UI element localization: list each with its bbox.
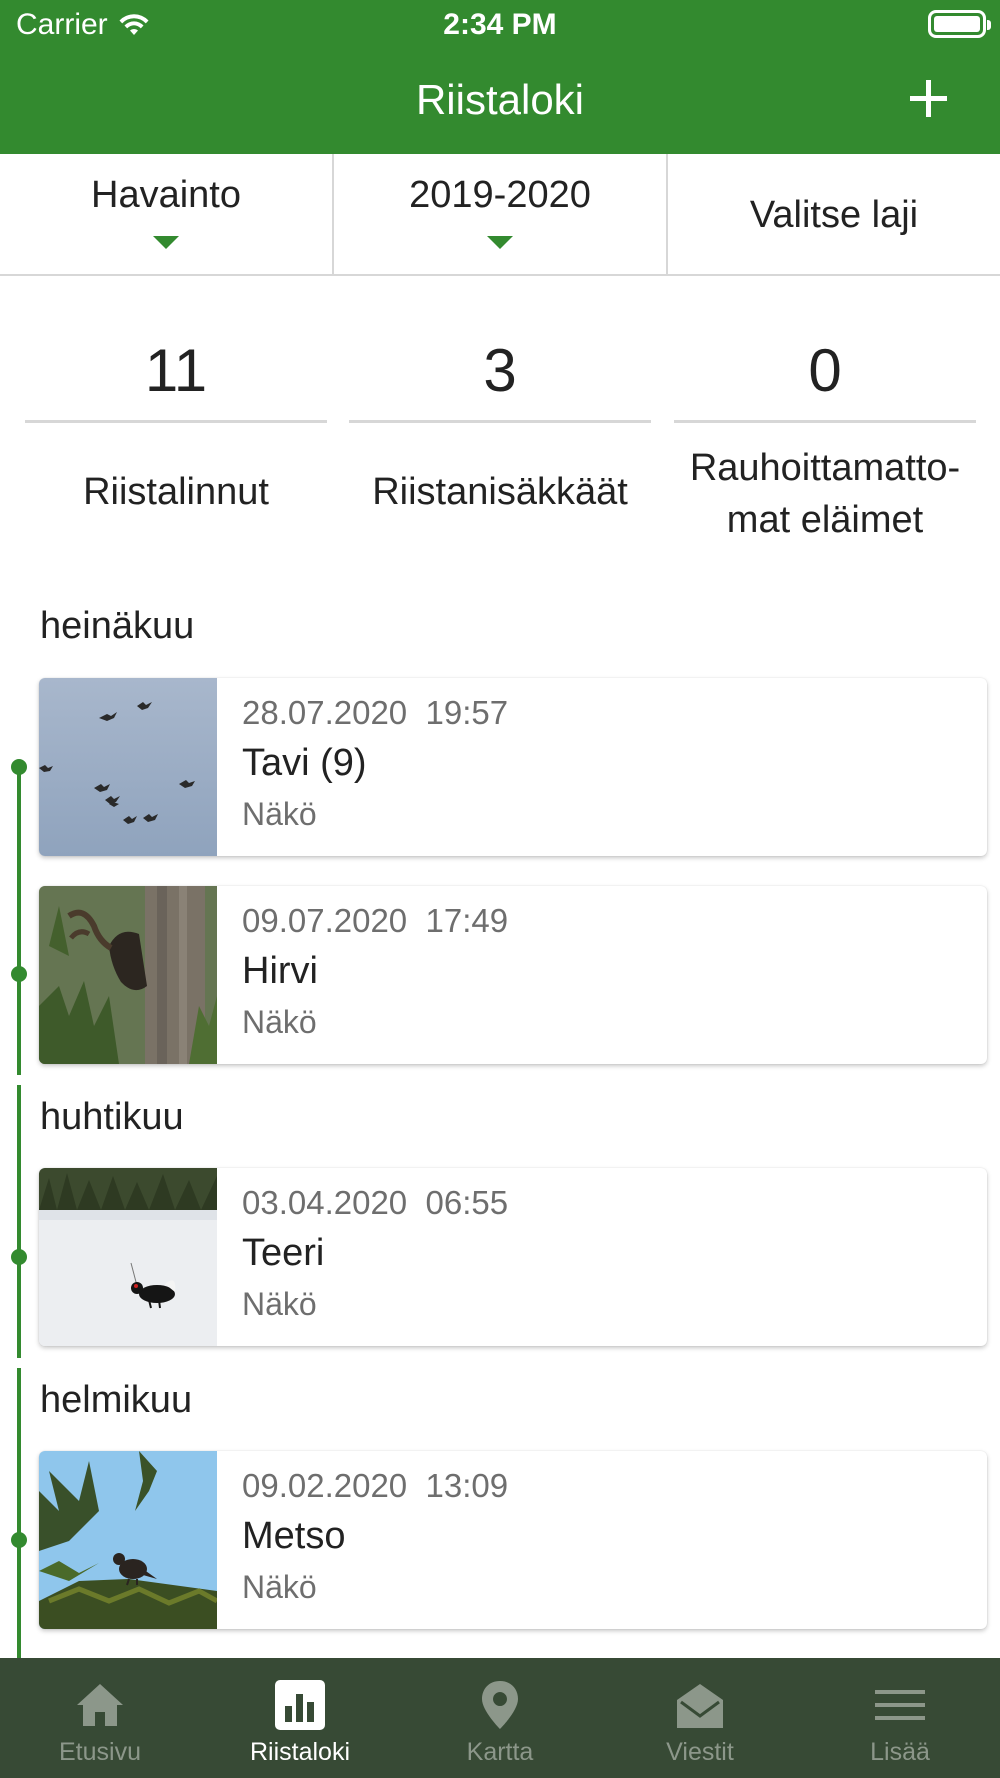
entry-datetime: 09.02.2020 13:09 xyxy=(242,1467,509,1504)
plus-icon xyxy=(910,80,947,117)
month-header: helmikuu xyxy=(40,1379,193,1421)
entry-observation-type: Näkö xyxy=(242,796,317,832)
timeline-dot xyxy=(11,759,27,775)
counter-unprotected-animals[interactable]: 0 Rauhoittamatto- mat eläimet xyxy=(674,276,976,556)
counter-value: 11 xyxy=(144,337,208,404)
divider xyxy=(349,420,651,423)
species-filter[interactable]: Valitse laji xyxy=(668,154,1000,274)
flying-ducks-photo xyxy=(39,678,217,856)
divider xyxy=(674,420,976,423)
type-filter[interactable]: Havainto xyxy=(0,154,334,274)
timeline-dot xyxy=(11,966,27,982)
entry-datetime: 28.07.2020 19:57 xyxy=(242,694,509,731)
timeline-dot xyxy=(11,1249,27,1265)
tab-etusivu[interactable]: Etusivu xyxy=(0,1658,200,1778)
entry-observation-type: Näkö xyxy=(242,1004,317,1040)
entry-observation-type: Näkö xyxy=(242,1569,317,1605)
moose-forest-photo xyxy=(39,886,217,1064)
entry-datetime: 03.04.2020 06:55 xyxy=(242,1184,509,1221)
battery-icon xyxy=(928,10,991,38)
season-filter-label: 2019-2020 xyxy=(409,174,591,216)
entry-species: Tavi (9) xyxy=(242,742,367,784)
capercaillie-tree-photo xyxy=(39,1451,217,1629)
entry-species: Hirvi xyxy=(242,950,318,992)
chevron-down-icon xyxy=(487,236,513,249)
chevron-down-icon xyxy=(153,236,179,249)
type-filter-label: Havainto xyxy=(91,174,241,216)
tab-riistaloki[interactable]: Riistaloki xyxy=(200,1658,400,1778)
map-pin-icon xyxy=(473,1678,527,1732)
timeline-gap xyxy=(17,1075,21,1085)
counter-game-birds[interactable]: 11 Riistalinnut xyxy=(25,276,327,556)
counter-label: Riistanisäkkäät xyxy=(372,471,628,513)
tab-label: Kartta xyxy=(466,1738,534,1766)
envelope-icon xyxy=(673,1678,727,1732)
counter-label: Riistalinnut xyxy=(83,471,269,513)
summary-counters: 11 Riistalinnut 3 Riistanisäkkäät 0 Rauh… xyxy=(0,276,1000,556)
counter-value: 0 xyxy=(808,337,842,404)
chart-icon xyxy=(273,1678,327,1732)
home-icon xyxy=(73,1678,127,1732)
tab-label: Etusivu xyxy=(59,1738,141,1766)
entry-observation-type: Näkö xyxy=(242,1286,317,1322)
log-entry-card[interactable]: 03.04.2020 06:55 Teeri Näkö xyxy=(39,1168,987,1346)
timeline-dot xyxy=(11,1532,27,1548)
app-header: Carrier 2:34 PM Riistaloki xyxy=(0,0,1000,154)
tab-label: Viestit xyxy=(666,1738,734,1766)
month-header: huhtikuu xyxy=(40,1096,184,1138)
menu-icon xyxy=(873,1678,927,1732)
timeline-line xyxy=(17,766,21,1658)
species-filter-label: Valitse laji xyxy=(749,194,919,236)
page-title: Riistaloki xyxy=(415,76,585,123)
entry-datetime: 09.07.2020 17:49 xyxy=(242,902,509,939)
log-entry-card[interactable]: 09.07.2020 17:49 Hirvi Näkö xyxy=(39,886,987,1064)
tab-lisaa[interactable]: Lisää xyxy=(800,1658,1000,1778)
tab-kartta[interactable]: Kartta xyxy=(400,1658,600,1778)
entry-species: Metso xyxy=(242,1515,346,1557)
add-entry-button[interactable] xyxy=(904,74,954,124)
bottom-tab-bar: Etusivu Riistaloki Kartta Viestit Lisää xyxy=(0,1658,1000,1778)
counter-value: 3 xyxy=(483,337,517,404)
entry-species: Teeri xyxy=(242,1232,325,1274)
month-header: heinäkuu xyxy=(40,605,195,647)
tab-viestit[interactable]: Viestit xyxy=(600,1658,800,1778)
tab-label: Riistaloki xyxy=(249,1738,351,1766)
counter-label: Rauhoittamatto- mat eläimet xyxy=(689,447,961,541)
timeline-gap xyxy=(17,1358,21,1368)
log-entry-card[interactable]: 09.02.2020 13:09 Metso Näkö xyxy=(39,1451,987,1629)
divider xyxy=(25,420,327,423)
status-time: 2:34 PM xyxy=(443,8,557,41)
log-entry-card[interactable]: 28.07.2020 19:57 Tavi (9) Näkö xyxy=(39,678,987,856)
season-filter[interactable]: 2019-2020 xyxy=(334,154,668,274)
black-grouse-snow-photo xyxy=(39,1168,217,1346)
filter-bar: Havainto 2019-2020 Valitse laji xyxy=(0,154,1000,276)
tab-label: Lisää xyxy=(870,1738,930,1766)
counter-game-mammals[interactable]: 3 Riistanisäkkäät xyxy=(349,276,651,556)
